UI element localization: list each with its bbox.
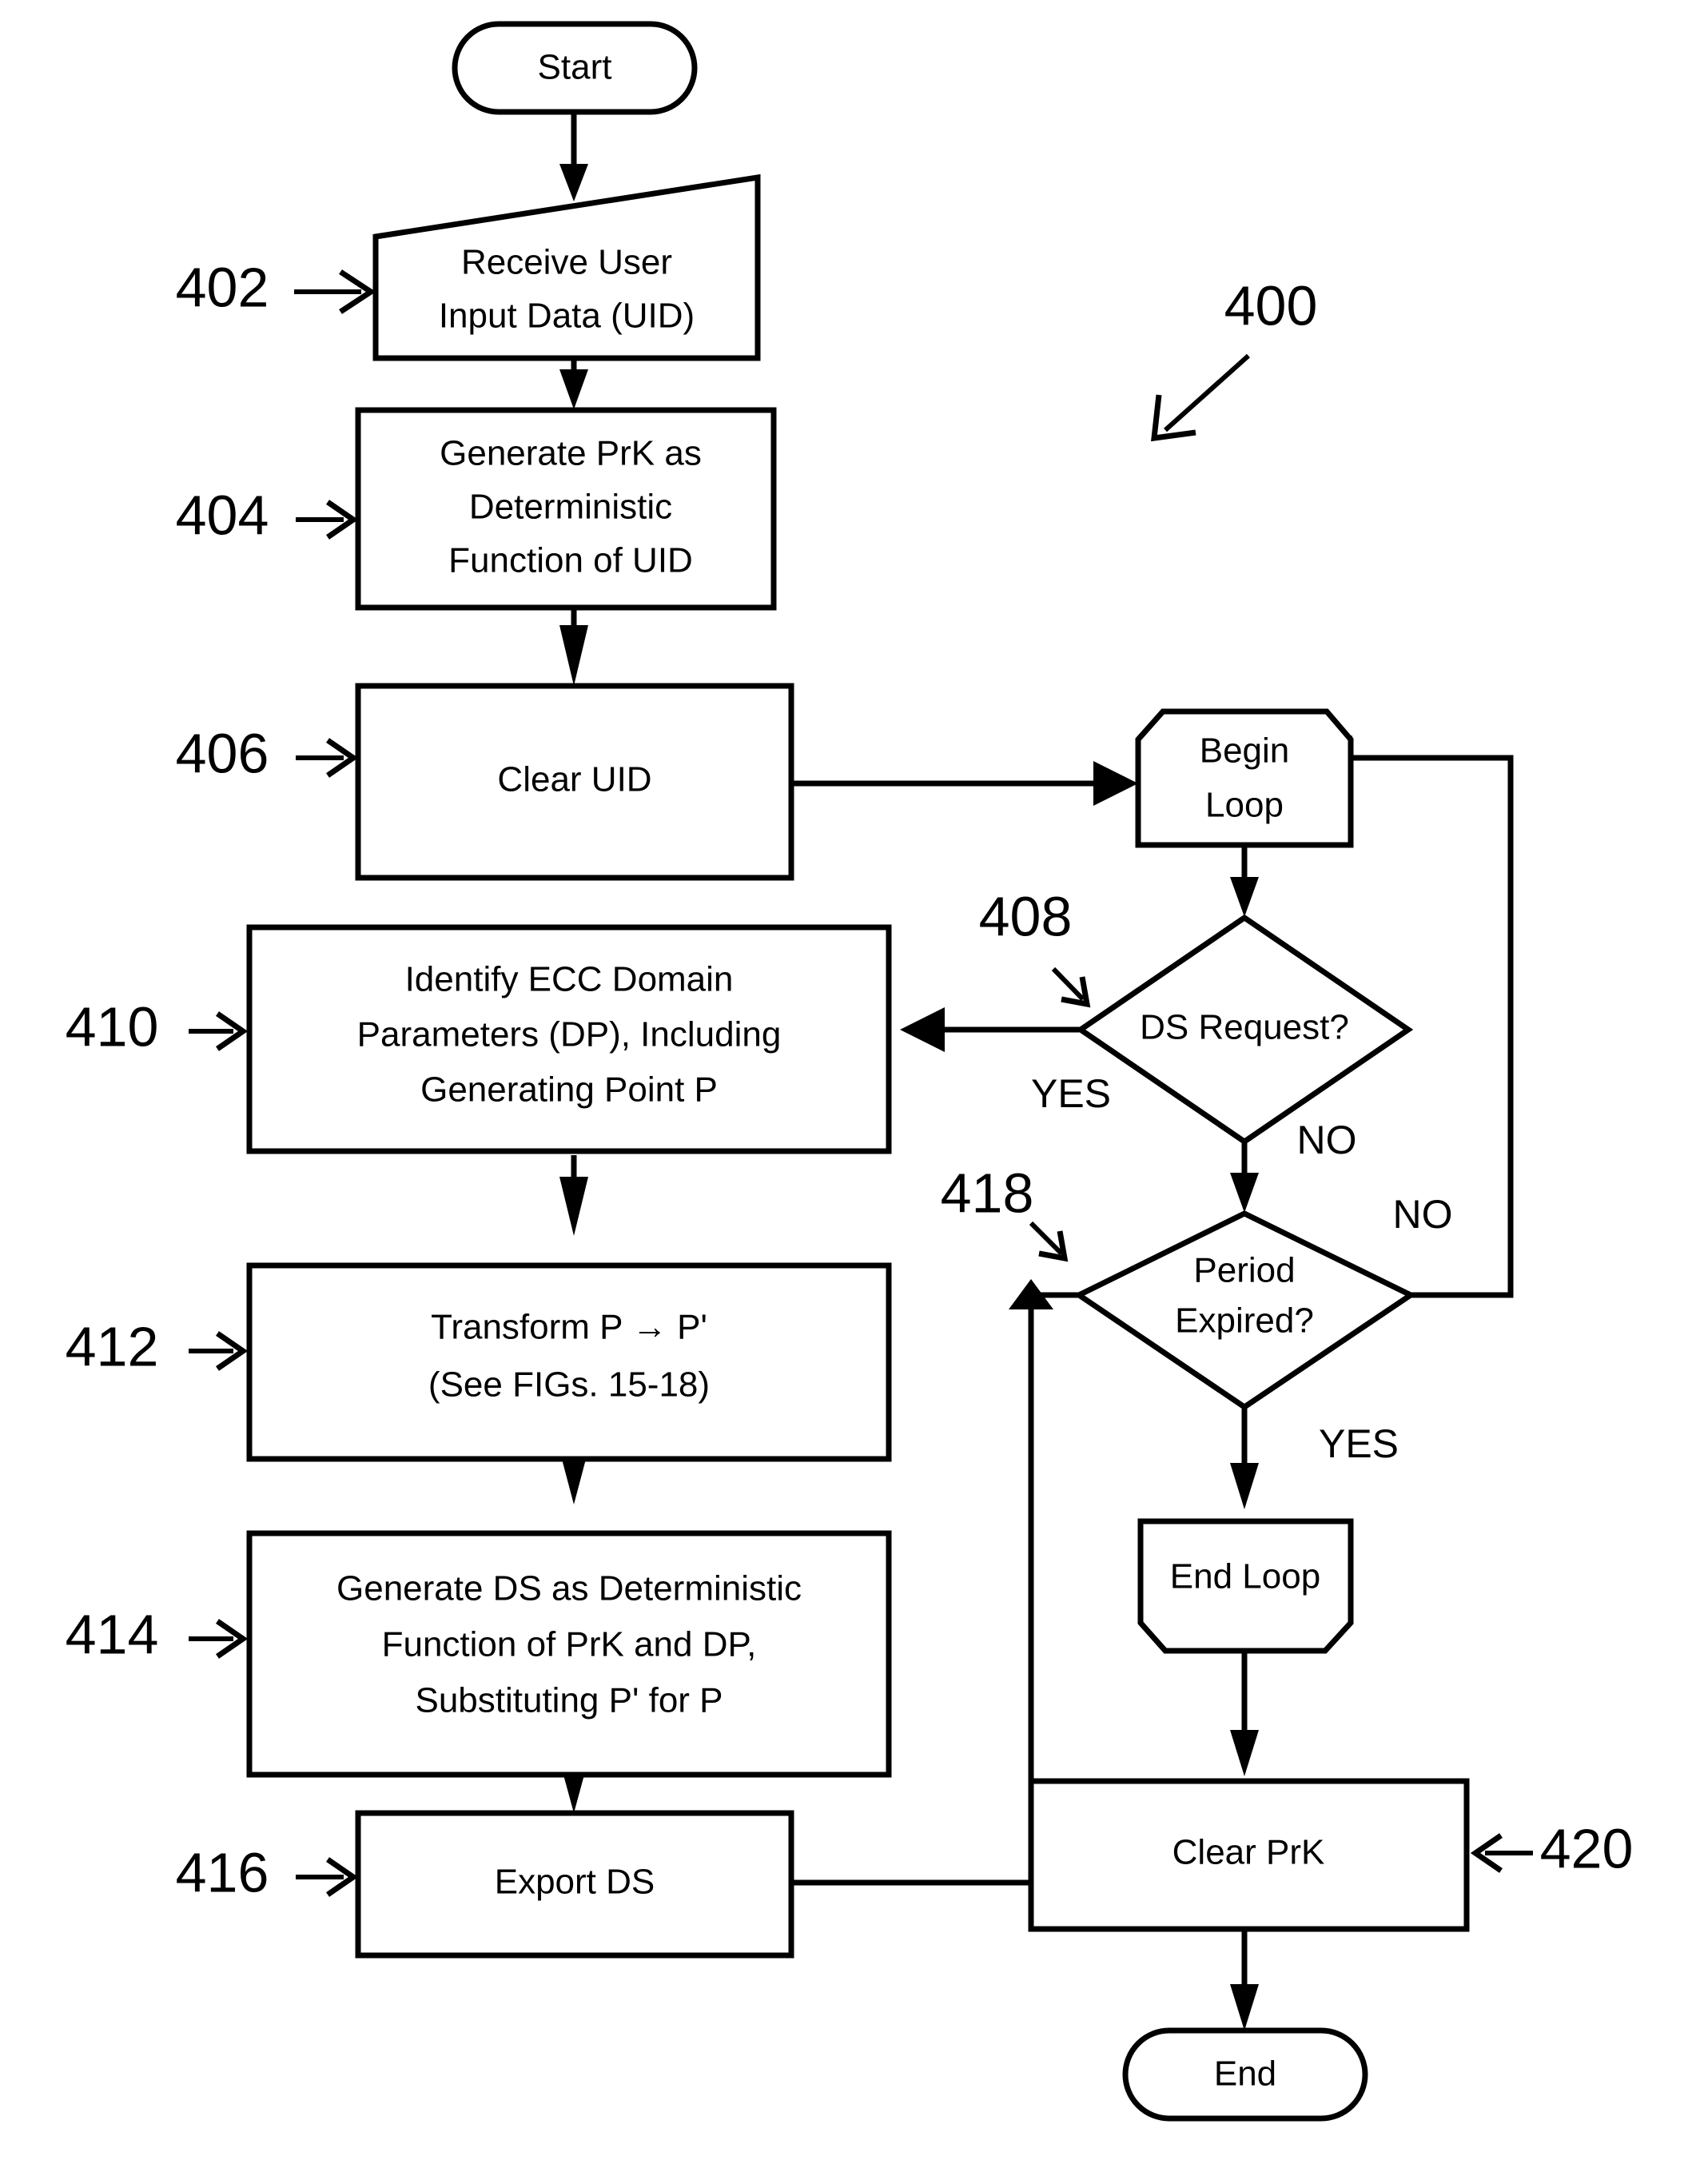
node-generate-prk-line1: Generate PrK as — [440, 434, 702, 473]
node-period-expired[interactable]: Period Expired? — [1073, 1210, 1416, 1411]
ref-402-label: 402 — [176, 256, 269, 318]
ref-414: 414 — [66, 1603, 249, 1665]
figure-ref-400: 400 — [1151, 274, 1318, 442]
connector-410-to-412 — [559, 1155, 588, 1236]
connector-begin-loop-to-408 — [1230, 845, 1259, 917]
ref-408-label: 408 — [979, 885, 1073, 947]
node-export-ds[interactable]: Export DS — [355, 1810, 794, 1959]
node-clear-uid-label: Clear UID — [497, 760, 651, 799]
node-identify-ecc-line3: Generating Point P — [420, 1070, 718, 1110]
label-418-no: NO — [1393, 1192, 1453, 1237]
node-start[interactable]: Start — [452, 21, 698, 115]
ref-418: 418 — [941, 1162, 1069, 1262]
node-identify-ecc[interactable]: Identify ECC Domain Parameters (DP), Inc… — [246, 924, 892, 1154]
ref-406: 406 — [176, 722, 359, 784]
node-generate-prk[interactable]: Generate PrK as Deterministic Function o… — [355, 407, 777, 611]
ref-404-label: 404 — [176, 484, 269, 546]
node-transform-p-line2: (See FIGs. 15-18) — [428, 1365, 710, 1405]
node-receive-uid-line2: Input Data (UID) — [439, 297, 695, 336]
node-end[interactable]: End — [1122, 2027, 1368, 2122]
node-start-label: Start — [538, 48, 612, 87]
connector-end-loop-to-420 — [1230, 1651, 1259, 1776]
node-clear-prk-label: Clear PrK — [1172, 1833, 1325, 1872]
connector-404-to-406 — [559, 608, 588, 686]
ref-410-label: 410 — [66, 995, 159, 1058]
node-generate-prk-line2: Deterministic — [469, 488, 672, 527]
ref-404: 404 — [176, 484, 359, 546]
connector-420-to-end — [1230, 1928, 1259, 2031]
node-ds-request-label: DS Request? — [1140, 1008, 1349, 1047]
node-receive-uid[interactable]: Receive User Input Data (UID) — [372, 173, 761, 361]
node-generate-prk-line3: Function of UID — [448, 541, 693, 580]
node-begin-loop-line2: Loop — [1205, 786, 1284, 825]
node-clear-prk[interactable]: Clear PrK — [1028, 1778, 1470, 1932]
node-end-label: End — [1214, 2054, 1276, 2094]
ref-410: 410 — [66, 995, 249, 1058]
node-end-loop-label: End Loop — [1170, 1557, 1320, 1596]
node-ds-request[interactable]: DS Request? — [1075, 914, 1414, 1146]
node-receive-uid-line1: Receive User — [461, 243, 672, 282]
ref-420-label: 420 — [1540, 1817, 1634, 1879]
node-transform-p[interactable]: Transform P → P' (See FIGs. 15-18) — [246, 1262, 892, 1462]
connector-start-to-402 — [559, 112, 588, 201]
node-clear-uid[interactable]: Clear UID — [355, 683, 794, 881]
label-408-no: NO — [1297, 1118, 1357, 1162]
figure-ref-400-label: 400 — [1224, 274, 1318, 337]
ref-418-label: 418 — [941, 1162, 1034, 1224]
node-end-loop[interactable]: End Loop — [1137, 1518, 1354, 1654]
ref-416-label: 416 — [176, 1841, 269, 1903]
node-generate-ds-line1: Generate DS as Deterministic — [336, 1569, 802, 1608]
node-period-expired-line2: Expired? — [1175, 1301, 1314, 1341]
node-generate-ds[interactable]: Generate DS as Deterministic Function of… — [246, 1530, 892, 1778]
node-identify-ecc-line2: Parameters (DP), Including — [357, 1015, 782, 1054]
ref-412: 412 — [66, 1315, 249, 1377]
label-408-yes: YES — [1031, 1071, 1111, 1116]
node-transform-p-line1: Transform P → P' — [431, 1308, 707, 1347]
connector-418-yes-to-end-loop — [1230, 1407, 1259, 1509]
node-begin-loop-line1: Begin — [1200, 731, 1290, 771]
flowchart-svg: Start Receive User Input Data (UID) 402 … — [66, 21, 1634, 2122]
node-identify-ecc-line1: Identify ECC Domain — [405, 960, 734, 999]
ref-412-label: 412 — [66, 1315, 159, 1377]
label-418-yes: YES — [1319, 1421, 1399, 1466]
connector-408-no-to-418 — [1230, 1141, 1259, 1213]
ref-416: 416 — [176, 1841, 359, 1903]
connector-408-yes-to-410 — [900, 1007, 1085, 1052]
ref-402: 402 — [176, 256, 376, 318]
node-generate-ds-line3: Substituting P' for P — [415, 1681, 723, 1720]
node-begin-loop[interactable]: Begin Loop — [1135, 708, 1354, 848]
node-generate-ds-line2: Function of PrK and DP, — [382, 1625, 757, 1664]
ref-406-label: 406 — [176, 722, 269, 784]
figure-canvas: Start Receive User Input Data (UID) 402 … — [0, 0, 1692, 2184]
ref-414-label: 414 — [66, 1603, 159, 1665]
ref-420: 420 — [1470, 1817, 1634, 1879]
ref-408: 408 — [979, 885, 1091, 1008]
connector-406-to-begin-loop — [791, 761, 1138, 806]
node-export-ds-label: Export DS — [495, 1863, 655, 1902]
connector-402-to-404 — [559, 358, 588, 409]
node-period-expired-line1: Period — [1193, 1251, 1295, 1290]
